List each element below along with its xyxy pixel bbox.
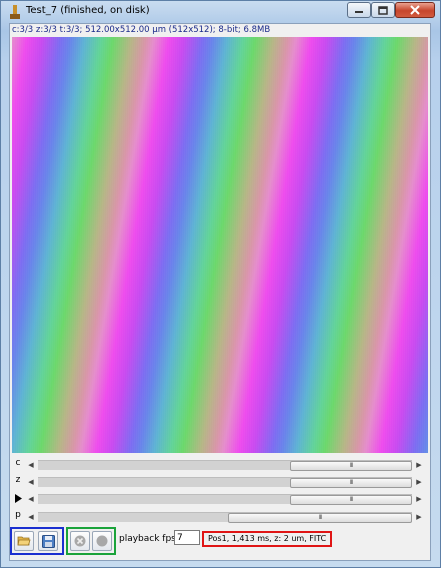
slider-label: c (15, 458, 21, 468)
play-icon (14, 494, 22, 503)
file-button-group (10, 527, 64, 555)
left-arrow-icon[interactable]: ◀ (26, 477, 36, 487)
record-icon (96, 535, 108, 547)
slider-label: p (15, 510, 21, 520)
abort-icon (74, 535, 86, 547)
close-button[interactable] (395, 2, 435, 18)
status-label: Pos1, 1,413 ms, z: 2 um, FITC (202, 531, 333, 547)
minimize-icon (355, 11, 363, 13)
viewer-panel: c:3/3 z:3/3 t:3/3; 512.00x512.00 µm (512… (9, 23, 431, 561)
left-arrow-icon[interactable]: ◀ (26, 512, 36, 522)
slider-thumb[interactable]: III (290, 495, 412, 505)
minimize-button[interactable] (347, 2, 371, 18)
right-arrow-icon[interactable]: ▶ (414, 512, 424, 522)
image-info: c:3/3 z:3/3 t:3/3; 512.00x512.00 µm (512… (12, 25, 271, 35)
record-button[interactable] (92, 531, 112, 551)
slider-row-c: c ◀ III ▶ (10, 458, 430, 472)
acquisition-button-group (66, 527, 116, 555)
save-button[interactable] (38, 531, 58, 551)
slider-track[interactable]: III (38, 512, 412, 523)
slider-thumb[interactable]: III (290, 461, 412, 471)
slider-track[interactable]: III (38, 460, 412, 471)
fps-input[interactable] (174, 530, 200, 545)
play-button[interactable] (13, 492, 23, 506)
slider-row-t: ◀ III ▶ (10, 492, 430, 506)
slider-label: z (15, 475, 21, 485)
slider-track[interactable]: III (38, 494, 412, 505)
open-button[interactable] (14, 531, 34, 551)
right-arrow-icon[interactable]: ▶ (414, 460, 424, 470)
app-icon (10, 5, 20, 19)
folder-open-icon (17, 536, 31, 546)
bottom-toolbar: playback fps: Pos1, 1,413 ms, z: 2 um, F… (10, 527, 430, 557)
title-bar[interactable]: Test_7 (finished, on disk) (1, 1, 440, 23)
slider-thumb[interactable]: III (290, 478, 412, 488)
slider-row-p: p ◀ III ▶ (10, 510, 430, 524)
right-arrow-icon[interactable]: ▶ (414, 494, 424, 504)
app-window: Test_7 (finished, on disk) c:3/3 z:3/3 t… (0, 0, 441, 568)
left-arrow-icon[interactable]: ◀ (26, 494, 36, 504)
window-title: Test_7 (finished, on disk) (26, 5, 150, 16)
left-arrow-icon[interactable]: ◀ (26, 460, 36, 470)
close-icon (410, 5, 420, 15)
maximize-icon (378, 5, 388, 15)
maximize-button[interactable] (371, 2, 395, 18)
image-canvas[interactable] (12, 37, 428, 453)
save-icon (41, 534, 55, 548)
slider-track[interactable]: III (38, 477, 412, 488)
fps-label: playback fps: (119, 534, 179, 544)
slider-row-z: z ◀ III ▶ (10, 475, 430, 489)
abort-button[interactable] (70, 531, 90, 551)
right-arrow-icon[interactable]: ▶ (414, 477, 424, 487)
slider-thumb[interactable]: III (228, 513, 412, 523)
